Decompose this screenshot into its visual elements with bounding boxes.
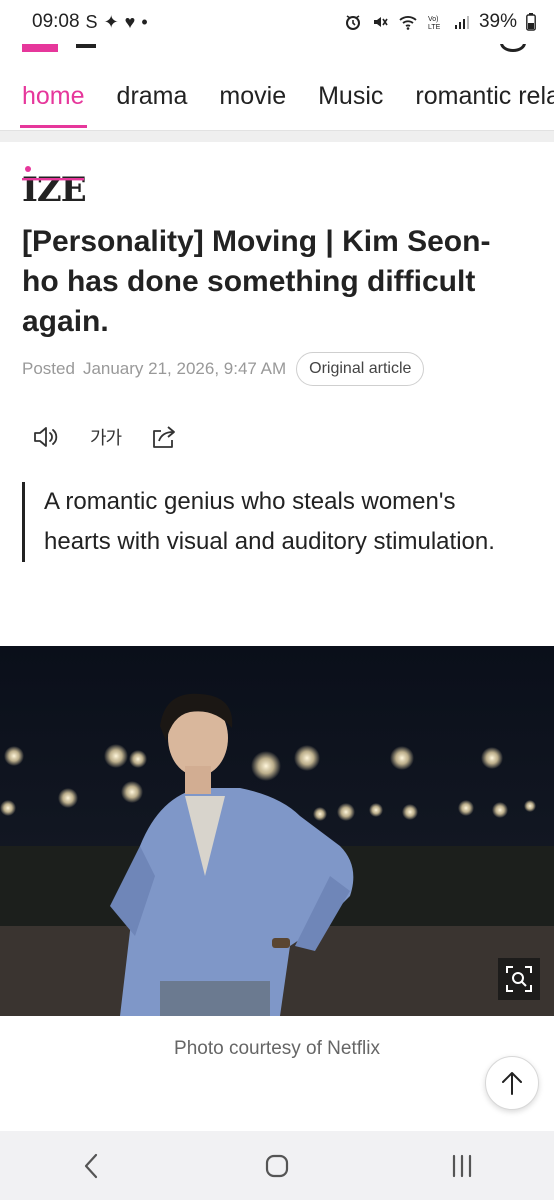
status-left: 09:08 S ✦ ♥ • — [32, 11, 148, 33]
status-glyph: ✦ — [103, 11, 119, 32]
article-summary: A romantic genius who steals women's hea… — [22, 482, 522, 562]
back-button[interactable] — [62, 1141, 122, 1191]
svg-text:Vo): Vo) — [428, 16, 439, 23]
status-bar: 09:08 S ✦ ♥ • Vo) LTE 39% — [0, 0, 554, 44]
speaker-icon — [34, 427, 58, 447]
category-nav: home drama movie Music romantic rela — [0, 56, 554, 130]
brand-logo-text: IZE — [22, 170, 86, 205]
zoom-image-button[interactable] — [498, 958, 540, 1000]
site-logo-mark[interactable] — [22, 44, 58, 52]
header-menu-icon[interactable] — [500, 44, 526, 52]
tab-movie[interactable]: movie — [219, 56, 286, 130]
font-size-label: 가가 — [90, 428, 122, 448]
section-divider — [0, 130, 554, 142]
site-logo-dash — [76, 44, 96, 48]
posted-date: January 21, 2026, 9:47 AM — [82, 359, 287, 378]
scroll-to-top-button[interactable] — [485, 1056, 539, 1110]
recent-apps-button[interactable] — [432, 1141, 492, 1191]
article-photo[interactable] — [0, 646, 554, 1016]
mute-icon — [373, 17, 388, 27]
tab-drama[interactable]: drama — [117, 56, 188, 130]
volte-icon: Vo)LTE — [428, 16, 441, 31]
zoom-icon — [506, 966, 532, 992]
alarm-icon — [345, 15, 360, 30]
site-header — [0, 44, 554, 56]
status-right: Vo) LTE 39% — [344, 11, 536, 33]
home-button[interactable] — [247, 1141, 307, 1191]
home-icon — [265, 1154, 289, 1177]
arrow-up-icon — [502, 1072, 522, 1095]
share-icon — [153, 426, 176, 448]
photo-illustration — [0, 646, 554, 1016]
signal-icon — [454, 16, 469, 29]
posted-label: Posted — [22, 359, 75, 378]
battery-percent: 39% — [478, 11, 517, 32]
article-meta: Posted January 21, 2026, 9:47 AM Origina… — [22, 352, 425, 386]
status-glyph: • — [141, 11, 148, 32]
brand-logo-dot — [25, 166, 31, 172]
wifi-icon — [399, 16, 417, 30]
article-toolbar: 가가 — [32, 422, 179, 452]
system-navigation-bar — [0, 1131, 554, 1200]
tab-romantic-relationship[interactable]: romantic rela — [415, 56, 554, 130]
back-icon — [85, 1153, 98, 1178]
brand-logo[interactable]: IZE — [22, 165, 87, 210]
ize-logo: IZE — [22, 166, 87, 210]
font-size-button[interactable]: 가가 — [90, 422, 122, 452]
photo-caption: Photo courtesy of Netflix — [174, 1038, 380, 1059]
original-article-button[interactable]: Original article — [296, 352, 425, 386]
svg-text:LTE: LTE — [428, 24, 441, 31]
battery-icon — [526, 13, 536, 31]
tab-music[interactable]: Music — [318, 56, 383, 130]
status-glyph: S — [85, 11, 98, 32]
status-glyph: ♥ — [124, 11, 136, 32]
brand-logo-stripe — [22, 178, 84, 181]
status-time: 09:08 — [32, 11, 80, 32]
article-title: [Personality] Moving | Kim Seon-ho has d… — [22, 225, 491, 338]
share-button[interactable] — [149, 422, 179, 452]
tab-home[interactable]: home — [20, 56, 87, 130]
recent-apps-icon — [452, 1154, 471, 1177]
listen-button[interactable] — [32, 422, 62, 452]
